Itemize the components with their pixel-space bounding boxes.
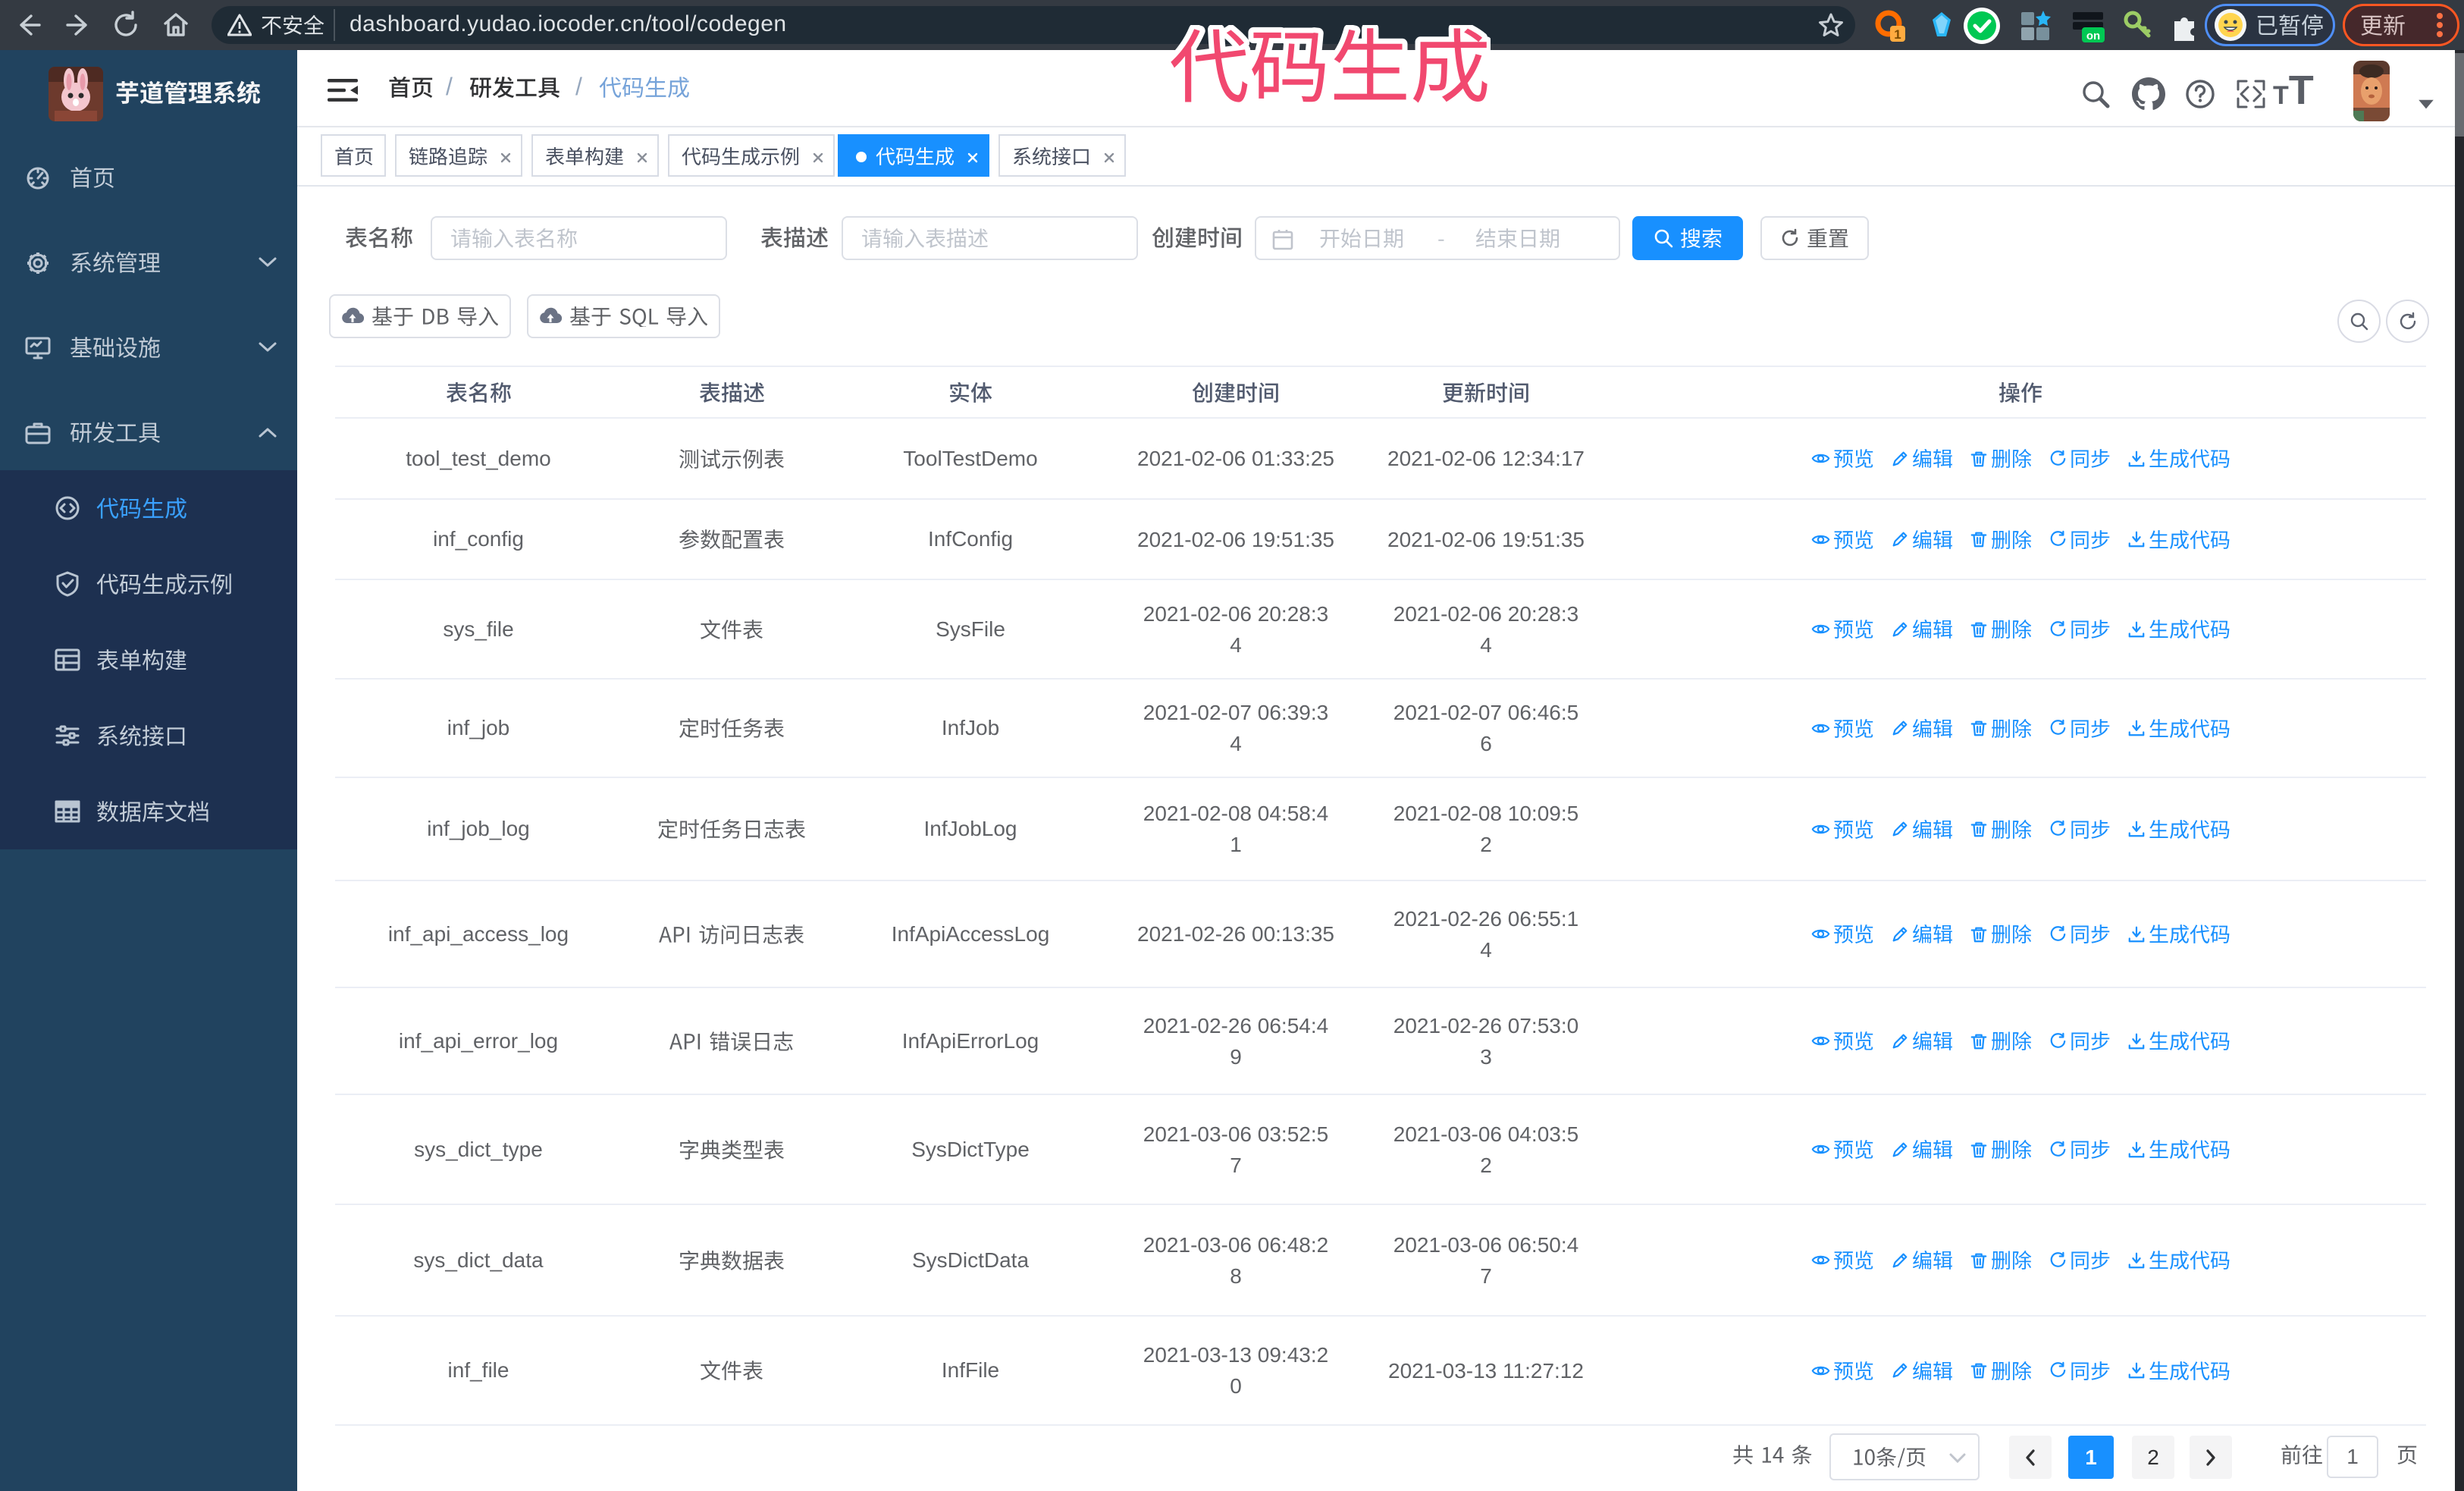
svg-text:on: on xyxy=(2086,30,2100,42)
svg-text:1: 1 xyxy=(1894,27,1901,42)
